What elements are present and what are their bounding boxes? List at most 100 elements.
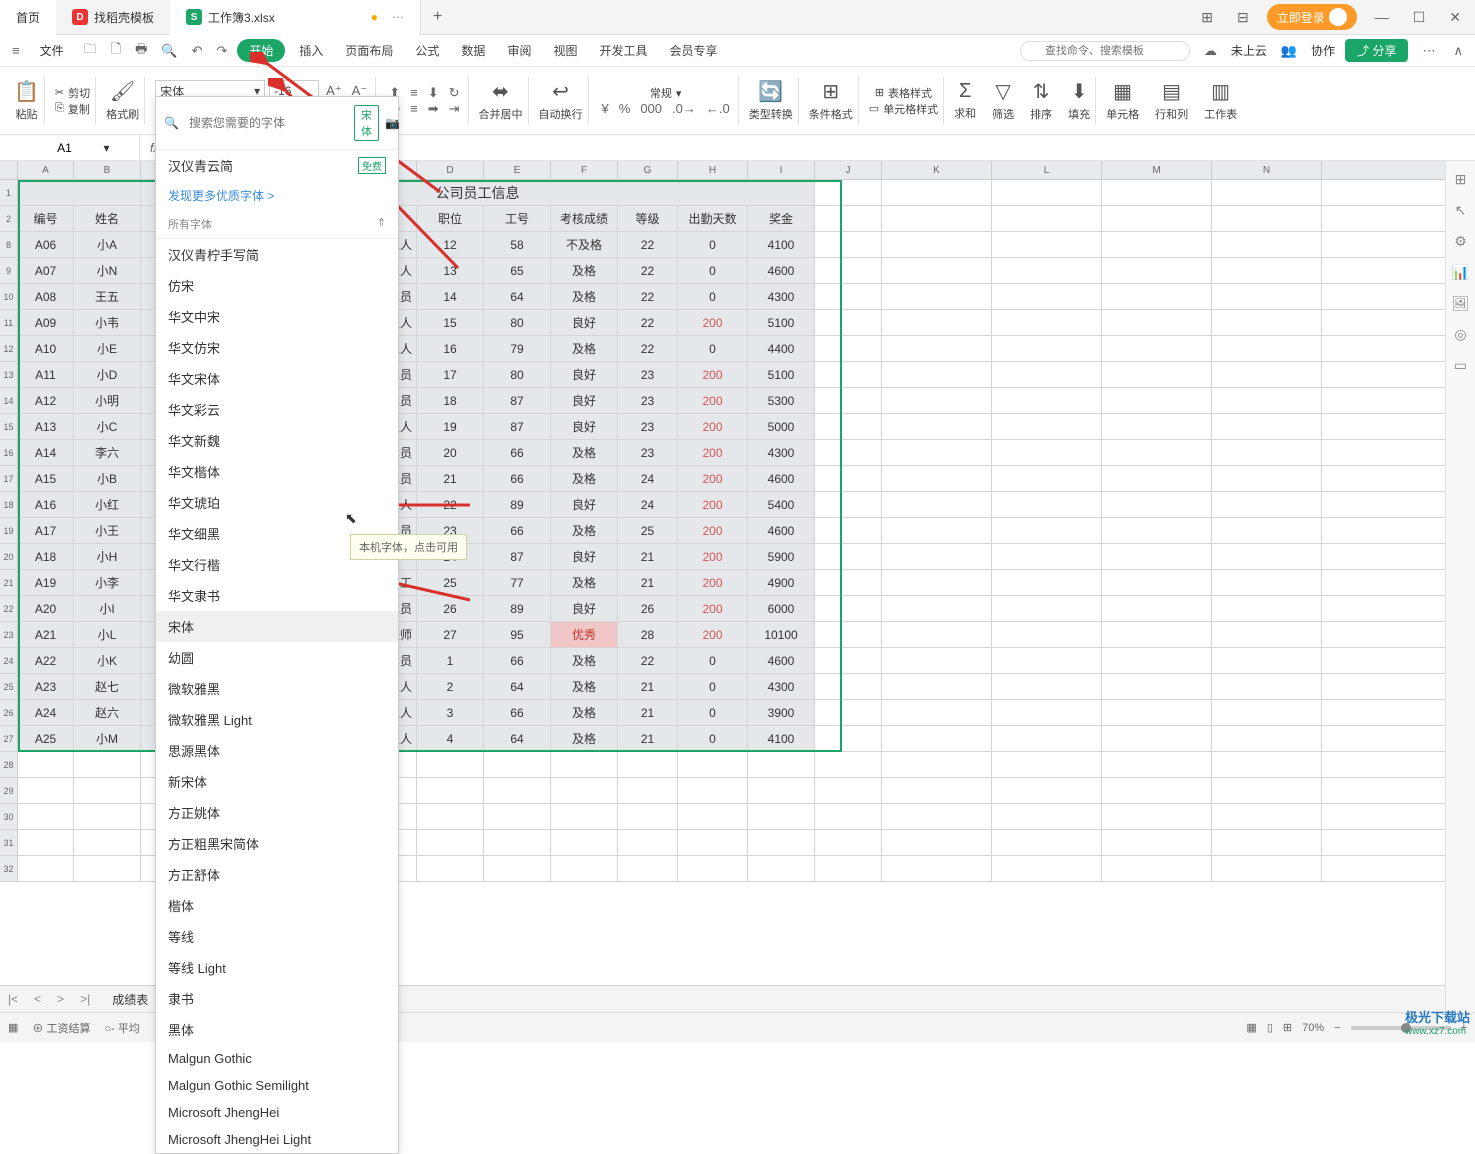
sp-settings-icon[interactable]: ⚙ — [1454, 233, 1467, 250]
more-icon[interactable]: ⋯ — [1418, 43, 1439, 59]
tab-dev[interactable]: 开发工具 — [591, 40, 655, 61]
sb-avg[interactable]: ○- 平均 — [104, 1020, 139, 1036]
tab-data[interactable]: 数据 — [453, 40, 493, 61]
paste-icon[interactable]: 📋 — [14, 79, 39, 104]
minimize-button[interactable]: — — [1369, 9, 1395, 25]
sb-view3-icon[interactable]: ⊞ — [1283, 1021, 1292, 1034]
tab-start[interactable]: 开始 — [237, 39, 285, 62]
sb-calc[interactable]: ⊕ 工资结算 — [32, 1020, 90, 1036]
font-item[interactable]: 黑体 — [156, 1014, 398, 1045]
font-item[interactable]: 华文彩云 — [156, 394, 398, 425]
sheet-icon[interactable]: ▥ — [1211, 79, 1230, 104]
font-item[interactable]: 楷体 — [156, 890, 398, 921]
align-bot-icon[interactable]: ⬇ — [425, 85, 442, 101]
menu-icon[interactable]: ≡ — [8, 43, 24, 58]
share-button[interactable]: ⤴ 分享 — [1345, 39, 1408, 62]
align-center-icon[interactable]: ≡ — [407, 101, 421, 116]
type-convert-icon[interactable]: 🔄 — [758, 79, 783, 104]
sheet-last-icon[interactable]: >| — [72, 992, 98, 1006]
template-tab[interactable]: D找稻壳模板 — [56, 0, 170, 35]
collab-icon[interactable]: 👥 — [1277, 43, 1301, 59]
home-tab[interactable]: 首页 — [0, 0, 56, 35]
font-item[interactable]: 等线 Light — [156, 952, 398, 983]
zoom-out-icon[interactable]: − — [1334, 1022, 1340, 1034]
sb-view1-icon[interactable]: ▦ — [1246, 1021, 1256, 1034]
currency-icon[interactable]: ¥ — [599, 101, 612, 116]
maximize-button[interactable]: ☐ — [1407, 9, 1432, 26]
cond-fmt-icon[interactable]: ⊞ — [822, 79, 839, 104]
font-search-input[interactable] — [185, 114, 348, 132]
font-item[interactable]: Malgun Gothic — [156, 1045, 398, 1072]
font-dropdown[interactable]: 🔍 宋体 📷 汉仪青云简免费 发现更多优质字体 > 所有字体⇑ 汉仪青柠手写简仿… — [155, 96, 399, 1154]
sp-select-icon[interactable]: ↖ — [1455, 202, 1467, 219]
login-button[interactable]: 立即登录 — [1267, 4, 1357, 30]
cut-icon[interactable]: ✂ — [55, 86, 64, 99]
name-box-input[interactable] — [29, 141, 99, 155]
font-item[interactable]: 隶书 — [156, 983, 398, 1014]
sb-view2-icon[interactable]: ▯ — [1267, 1021, 1273, 1034]
indent-icon[interactable]: ⇥ — [446, 101, 463, 117]
number-format-select[interactable]: 常规 — [650, 85, 672, 101]
print-icon[interactable]: 🗋 — [107, 40, 125, 62]
collapse-icon[interactable]: ∧ — [1449, 43, 1467, 59]
sp-location-icon[interactable]: ◎ — [1454, 326, 1466, 343]
sheet-tab-1[interactable]: 成绩表 — [98, 987, 163, 1012]
name-box[interactable]: ▾ — [0, 135, 140, 160]
font-item[interactable]: 方正舒体 — [156, 859, 398, 890]
font-item[interactable]: 华文中宋 — [156, 301, 398, 332]
cell-icon[interactable]: ▦ — [1113, 79, 1132, 104]
comma-icon[interactable]: 000 — [637, 101, 665, 116]
tab-formula[interactable]: 公式 — [407, 40, 447, 61]
scroll-top-icon[interactable]: ⇑ — [377, 216, 386, 232]
font-item[interactable]: 方正姚体 — [156, 797, 398, 828]
dec-dec-icon[interactable]: ←.0 — [703, 101, 733, 116]
align-right-icon[interactable]: ➡ — [425, 101, 442, 117]
align-mid-icon[interactable]: ≡ — [407, 85, 421, 100]
font-item[interactable]: Malgun Gothic Semilight — [156, 1072, 398, 1099]
document-tab[interactable]: S工作簿3.xlsx●⋯ — [170, 0, 421, 35]
sp-more-icon[interactable]: ▭ — [1454, 357, 1467, 374]
font-item[interactable]: 方正粗黑宋简体 — [156, 828, 398, 859]
sum-icon[interactable]: Σ — [959, 80, 971, 103]
command-search-input[interactable] — [1020, 41, 1190, 61]
apps-icon[interactable]: ⊟ — [1231, 9, 1255, 26]
orientation-icon[interactable]: ↻ — [446, 85, 463, 101]
rowcol-icon[interactable]: ▤ — [1162, 79, 1181, 104]
font-item[interactable]: 仿宋 — [156, 270, 398, 301]
font-item[interactable]: 华文琥珀 — [156, 487, 398, 518]
sp-chart-icon[interactable]: 📊 — [1452, 264, 1469, 281]
tab-member[interactable]: 会员专享 — [661, 40, 725, 61]
font-item[interactable]: 幼圆 — [156, 642, 398, 673]
tab-insert[interactable]: 插入 — [291, 40, 331, 61]
fill-icon[interactable]: ⬇ — [1071, 79, 1088, 104]
redo-icon[interactable]: ↷ — [212, 43, 231, 59]
sp-image-icon[interactable]: 🖼 — [1452, 295, 1470, 312]
font-item[interactable]: 华文仿宋 — [156, 332, 398, 363]
close-tab-icon[interactable]: ⋯ — [392, 10, 404, 24]
font-item[interactable]: 华文新魏 — [156, 425, 398, 456]
sheet-prev-icon[interactable]: < — [26, 992, 49, 1006]
tab-layout[interactable]: 页面布局 — [337, 40, 401, 61]
font-item[interactable]: 等线 — [156, 921, 398, 952]
font-item[interactable]: 微软雅黑 — [156, 673, 398, 704]
font-item[interactable]: Microsoft JhengHei — [156, 1099, 398, 1126]
font-item[interactable]: 宋体 — [156, 611, 398, 642]
sheet-next-icon[interactable]: > — [49, 992, 72, 1006]
font-item[interactable]: 汉仪青柠手写简 — [156, 239, 398, 270]
sp-format-icon[interactable]: ⊞ — [1455, 171, 1467, 188]
sheet-first-icon[interactable]: |< — [0, 992, 26, 1006]
copy-icon[interactable]: ⎘ — [55, 102, 64, 115]
font-item[interactable]: 微软雅黑 Light — [156, 704, 398, 735]
save-icon[interactable]: 🗀 — [80, 40, 101, 62]
sb-grid-icon[interactable]: ▦ — [8, 1021, 18, 1034]
font-item[interactable]: 新宋体 — [156, 766, 398, 797]
font-tag[interactable]: 宋体 — [354, 105, 379, 141]
merge-icon[interactable]: ⬌ — [492, 79, 509, 104]
font-item[interactable]: 思源黑体 — [156, 735, 398, 766]
add-tab-button[interactable]: + — [421, 8, 454, 26]
more-fonts-link[interactable]: 发现更多优质字体 > — [156, 181, 398, 210]
sort-icon[interactable]: ⇅ — [1033, 79, 1050, 104]
font-item[interactable]: 华文宋体 — [156, 363, 398, 394]
undo-icon[interactable]: ↶ — [188, 43, 207, 59]
cell-style-icon[interactable]: ▭ — [869, 102, 879, 115]
